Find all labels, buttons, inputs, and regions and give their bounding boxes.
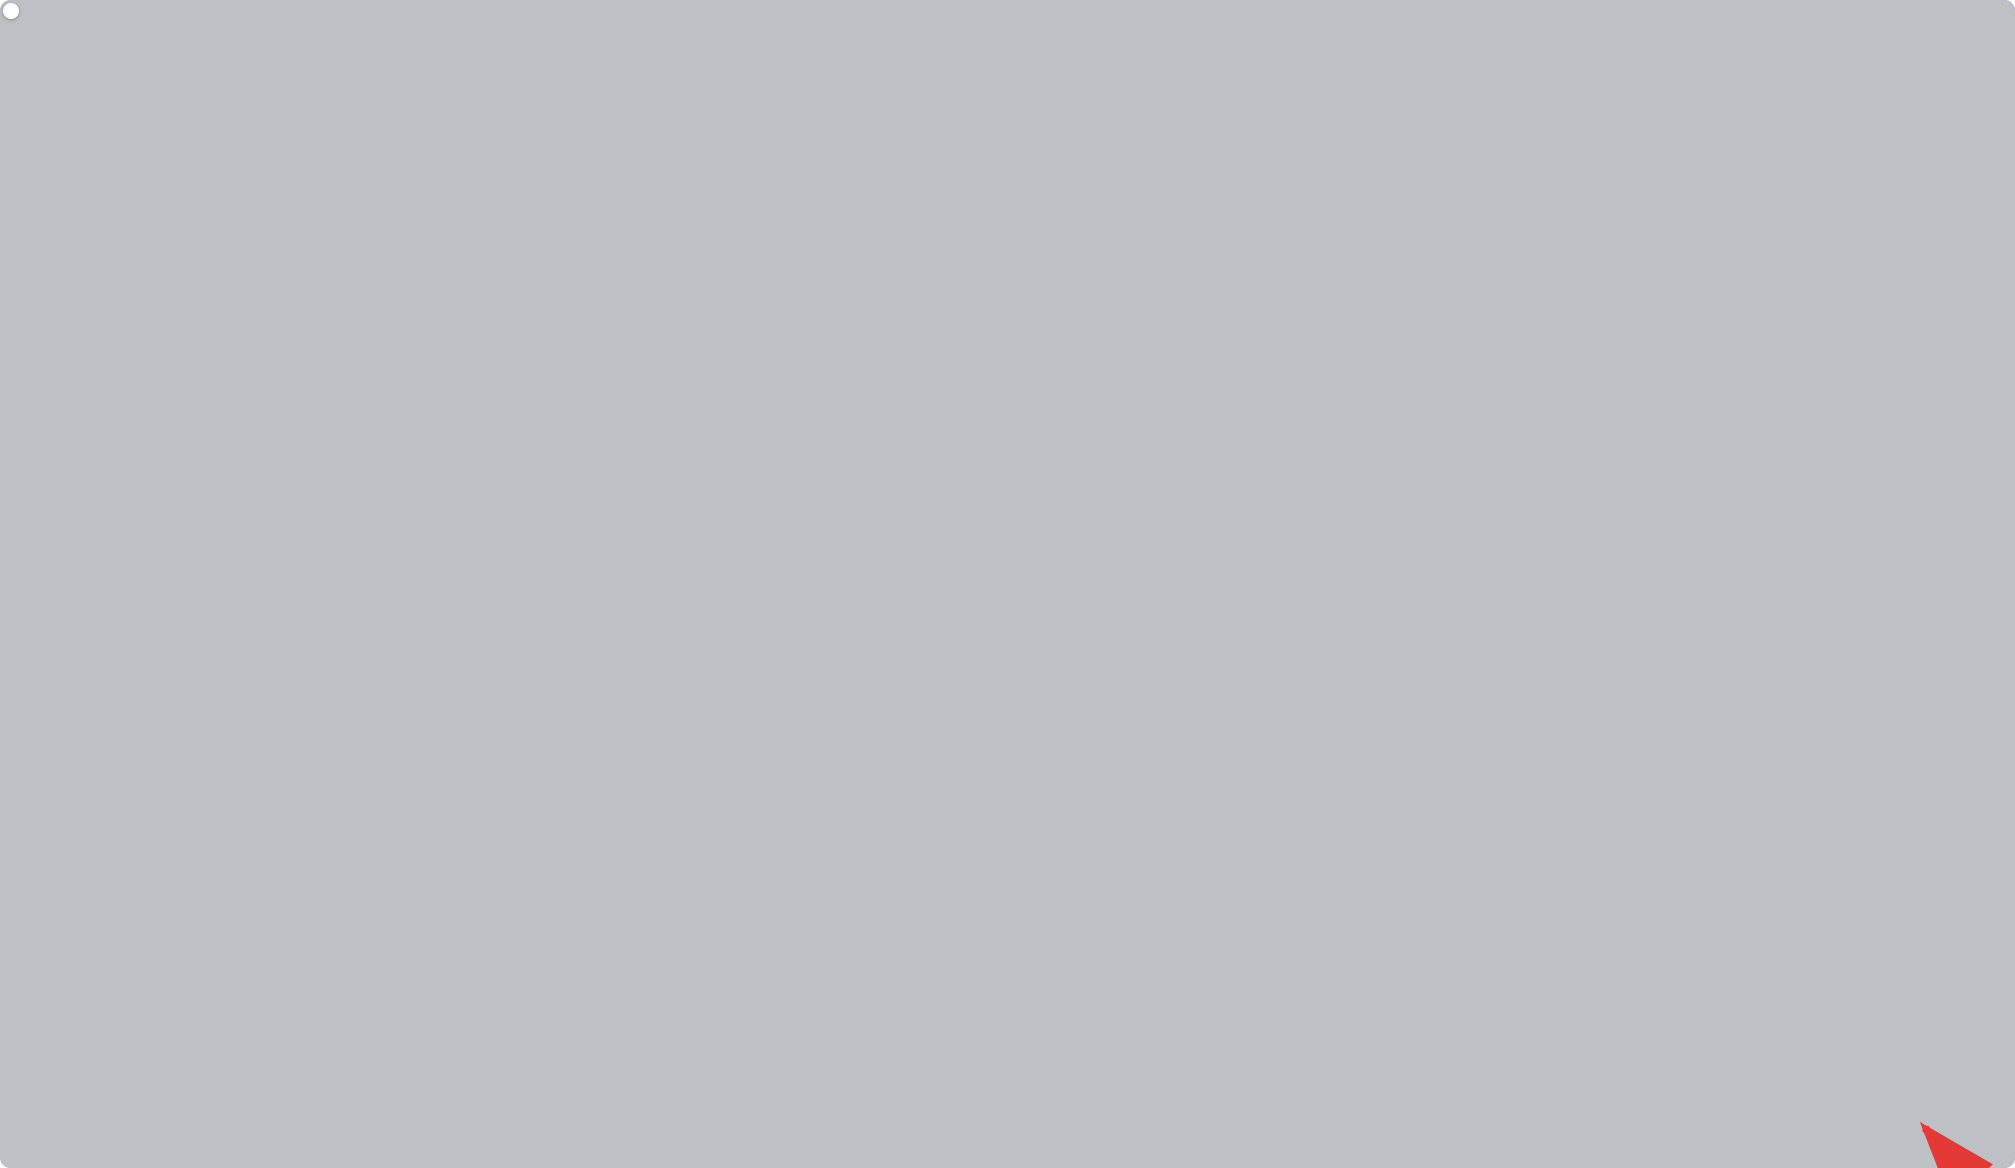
toggle-track[interactable] [244, 324, 1991, 753]
applications-table: Resource IAP ? Method Connection Publish… [245, 325, 1990, 752]
iap-table: Resource IAP ? Method Connection Publish… [244, 324, 1991, 753]
main-content: Identity-Aware Proxy APPLICATIONS SSH AN… [220, 0, 2015, 1168]
table-row: custom-domainsIAMApp ConnectorGlobal HTT… [245, 703, 1990, 752]
table-body: ▼ All Web Services ▼ Backend Services ? [245, 368, 1990, 752]
content-area: Identity-Aware Proxy (IAP) lets you mana… [220, 92, 2015, 1168]
iap-toggle-cell[interactable] [850, 703, 949, 752]
